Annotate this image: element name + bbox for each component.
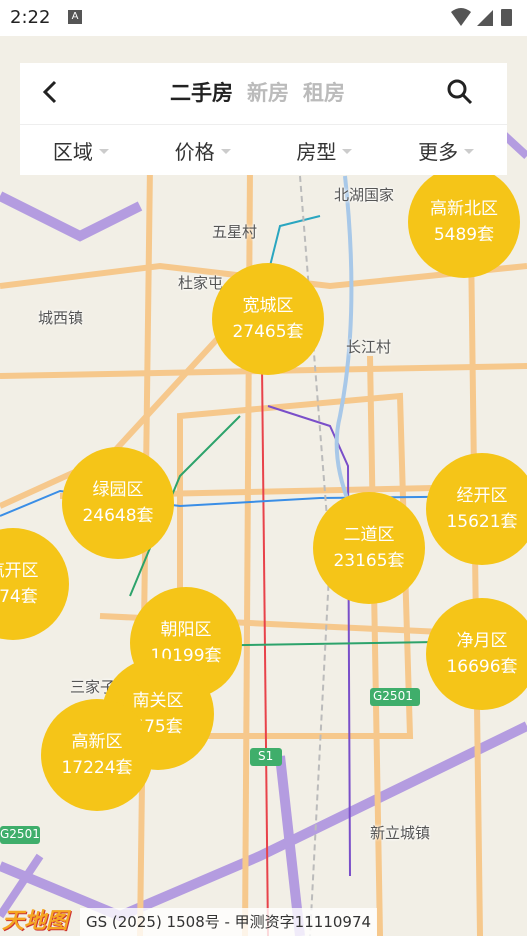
filter-label: 价格 [174, 139, 215, 164]
cluster-gaoxin-north[interactable]: 高新北区 5489套 [408, 166, 520, 278]
wifi-icon [451, 8, 471, 26]
cluster-erdao[interactable]: 二道区 23165套 [313, 492, 425, 604]
cluster-name: 经开区 [456, 486, 508, 506]
cluster-gaoxin[interactable]: 高新区 17224套 [41, 699, 153, 811]
battery-icon [501, 9, 512, 26]
back-arrow-icon[interactable] [36, 77, 66, 107]
cluster-jingyue[interactable]: 净月区 16696套 [426, 598, 527, 710]
cluster-lvyuan[interactable]: 绿园区 24648套 [62, 447, 174, 559]
highway-badge-g2501-west: G2501 [0, 827, 40, 841]
cluster-name: 二道区 [343, 525, 395, 545]
cluster-kuancheng[interactable]: 宽城区 27465套 [212, 263, 324, 375]
cluster-name: 宽城区 [242, 296, 294, 316]
highway-badge-s1: S1 [258, 749, 274, 763]
map-label-xinlicheng: 新立城镇 [370, 824, 431, 842]
map-provider-logo: 天地图 [2, 909, 69, 934]
cluster-count: 27465套 [232, 322, 304, 342]
map-copyright: GS (2025) 1508号 - 甲测资字11110974 [80, 908, 378, 936]
cluster-count: 16696套 [446, 657, 518, 677]
cluster-name: 汽开区 [0, 561, 39, 581]
caret-down-icon [464, 148, 475, 154]
status-icons [451, 8, 512, 26]
filter-area[interactable]: 区域 [20, 125, 142, 175]
filter-bar: 区域 价格 房型 更多 [20, 125, 507, 175]
map-label-wuxing: 五星村 [212, 223, 258, 241]
status-bar: 2:22 A [0, 0, 527, 36]
cluster-name: 高新北区 [430, 199, 498, 219]
tab-new-house[interactable]: 新房 [247, 77, 289, 109]
filter-label: 区域 [52, 139, 93, 164]
cluster-count: 5489套 [433, 225, 495, 245]
filter-more[interactable]: 更多 [385, 125, 507, 175]
highway-badge-g2501: G2501 [373, 689, 413, 703]
tab-second-hand[interactable]: 二手房 [170, 77, 233, 109]
caret-down-icon [220, 148, 231, 154]
cluster-count: 24648套 [82, 506, 154, 526]
cluster-name: 绿园区 [92, 480, 144, 500]
filter-label: 更多 [418, 139, 459, 164]
cluster-count: 23165套 [333, 551, 405, 571]
notification-icon: A [68, 10, 82, 24]
filter-price[interactable]: 价格 [142, 125, 264, 175]
filter-layout[interactable]: 房型 [264, 125, 386, 175]
search-icon[interactable] [445, 77, 475, 107]
header-card: 二手房 新房 租房 区域 价格 房型 更多 [20, 63, 507, 175]
map-label-beihu: 北湖国家 [334, 186, 395, 204]
listing-type-tabs: 二手房 新房 租房 [170, 77, 345, 109]
status-time: 2:22 [10, 7, 51, 28]
cluster-name: 净月区 [456, 631, 508, 651]
map-label-chengxi: 城西镇 [38, 309, 84, 327]
tab-rent[interactable]: 租房 [303, 77, 345, 109]
map-label-dujiatun: 杜家屯 [178, 274, 224, 292]
cluster-count: 15621套 [446, 512, 518, 532]
filter-label: 房型 [296, 139, 337, 164]
map-label-changjiang: 长江村 [346, 338, 392, 356]
cluster-name: 高新区 [71, 732, 123, 752]
cluster-name: 朝阳区 [160, 620, 212, 640]
caret-down-icon [342, 148, 353, 154]
signal-icon [477, 10, 493, 26]
cluster-count: 574套 [0, 587, 38, 607]
cluster-jingkai[interactable]: 经开区 15621套 [426, 453, 527, 565]
caret-down-icon [98, 148, 109, 154]
cluster-count: 17224套 [61, 758, 133, 778]
